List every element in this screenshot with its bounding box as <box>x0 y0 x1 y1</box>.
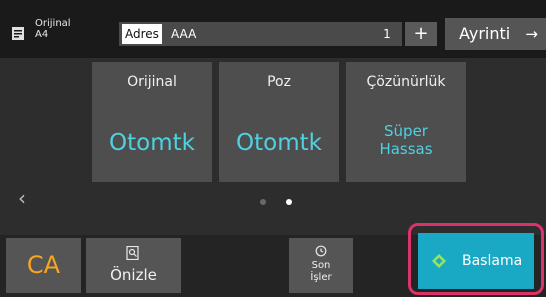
detail-button[interactable]: Ayrinti → <box>445 18 546 50</box>
document-icon <box>12 27 24 40</box>
detail-label: Ayrinti <box>459 24 511 43</box>
top-bar: Orijinal A4 Adres AAA 1 + Ayrinti → <box>0 0 546 58</box>
preview-label: Önizle <box>110 266 157 284</box>
arrow-right-icon: → <box>525 25 538 43</box>
increase-copies-button[interactable]: + <box>405 22 437 46</box>
card-title: Poz <box>267 74 291 90</box>
card-title: Orijinal <box>127 74 177 90</box>
page-dot-2-active[interactable] <box>286 199 292 205</box>
chevron-left-icon[interactable]: ‹ <box>18 186 26 210</box>
start-diamond-icon <box>432 254 446 268</box>
recent-label-line1: Son <box>311 260 331 271</box>
original-label: Orijinal <box>35 18 71 29</box>
original-size: A4 <box>35 29 49 40</box>
clear-all-button[interactable]: CA <box>6 238 81 293</box>
card-title: Çözünürlük <box>366 74 446 90</box>
preview-icon <box>126 246 139 260</box>
history-icon <box>315 245 327 257</box>
card-value: Süper Hassas <box>346 122 466 158</box>
resolution-setting-card[interactable]: Çözünürlük Süper Hassas <box>346 62 466 182</box>
address-value: AAA <box>171 27 197 41</box>
recent-jobs-label: Son İşler <box>289 260 353 284</box>
exposure-setting-card[interactable]: Poz Otomtk <box>219 62 339 182</box>
preview-button[interactable]: Önizle <box>86 238 181 293</box>
start-button[interactable]: Baslama <box>418 233 534 289</box>
card-value: Otomtk <box>109 130 195 156</box>
original-setting-card[interactable]: Orijinal Otomtk <box>92 62 212 182</box>
copy-screen: Orijinal A4 Adres AAA 1 + Ayrinti → Orij… <box>0 0 546 297</box>
card-value: Otomtk <box>236 130 322 156</box>
card-value-line2: Hassas <box>379 140 433 158</box>
recent-label-line2: İşler <box>310 272 332 283</box>
copies-count[interactable]: 1 <box>372 24 402 44</box>
start-label: Baslama <box>462 253 523 269</box>
card-value-line1: Süper <box>384 122 428 140</box>
page-dot-1[interactable] <box>260 199 266 205</box>
address-label[interactable]: Adres <box>122 24 162 44</box>
recent-jobs-button[interactable]: Son İşler <box>289 238 353 293</box>
